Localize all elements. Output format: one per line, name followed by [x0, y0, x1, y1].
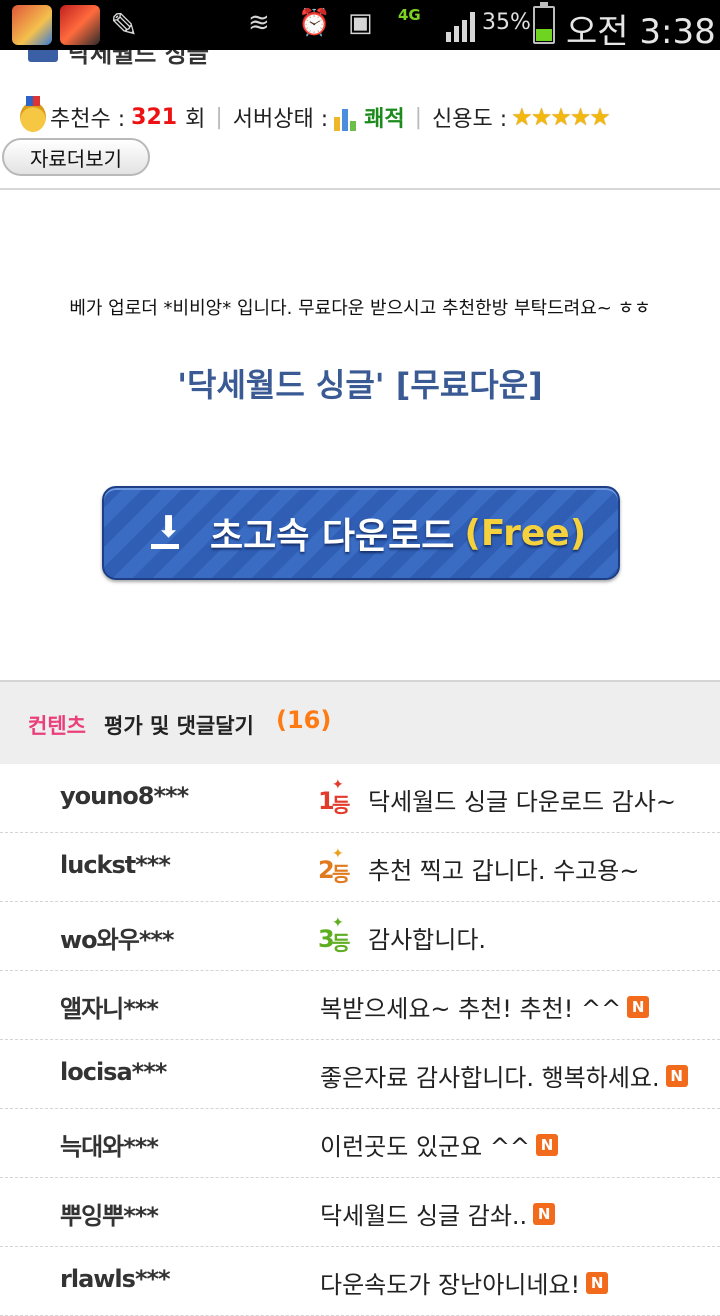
comment-text: 닥세월드 싱글 감솨..: [320, 1202, 528, 1230]
comment-text: 이런곳도 있군요 ^^: [320, 1133, 531, 1161]
credit-label: 신용도 :: [432, 107, 508, 132]
divider: |: [414, 104, 423, 130]
comment-list: youno8*** ✦ 1 등 닥세월드 싱글 다운로드 감사~ luckst***…: [0, 764, 720, 1316]
comment-row[interactable]: 뿌잉뿌*** 닥세월드 싱글 감솨.. N: [0, 1178, 720, 1247]
server-status-value: 쾌적: [364, 107, 405, 132]
signal-icon: [446, 12, 475, 42]
comment-user: youno8***: [60, 782, 189, 810]
comment-row[interactable]: luckst*** ✦ 2 등 추천 찍고 갑니다. 수고용~: [0, 833, 720, 902]
page-title: 닥세월드 싱글: [68, 50, 209, 66]
comment-user: 뿌잉뿌***: [60, 1202, 159, 1230]
comments-count: (16): [276, 706, 332, 734]
alarm-icon: ⏰: [298, 8, 331, 38]
download-button-label: 초고속 다운로드: [210, 516, 455, 557]
download-icon: ⬇: [148, 513, 182, 553]
comment-text: 다운속도가 장난아니네요!: [320, 1271, 581, 1299]
download-title: '닥세월드 싱글' [무료다운]: [177, 366, 543, 404]
divider: [0, 188, 720, 190]
comment-text: 추천 찍고 갑니다. 수고용~: [368, 857, 640, 885]
game-app-icon: [60, 5, 100, 45]
comment-user: 늑대와***: [60, 1133, 159, 1161]
comments-header-pink: 컨텐츠: [28, 714, 86, 738]
server-label: 서버상태 :: [232, 107, 329, 132]
page-header: 닥세월드 싱글: [0, 50, 720, 66]
status-bar: ✎ ≋ ⏰ ▣ 4G 35% 오전 3:38: [0, 0, 720, 52]
comment-user: 앨자니***: [60, 995, 159, 1023]
new-badge-icon: N: [665, 1064, 688, 1087]
comment-row[interactable]: rlawls*** 다운속도가 장난아니네요! N: [0, 1247, 720, 1316]
rank-2-badge-icon: ✦ 2 등: [318, 845, 351, 886]
recommend-unit: 회: [185, 107, 206, 132]
medal-icon: [20, 96, 46, 132]
comment-row[interactable]: wo와우*** ✦ 3 등 감사합니다.: [0, 902, 720, 971]
new-badge-icon: N: [533, 1202, 556, 1225]
server-status-icon: [332, 103, 360, 131]
battery-percent: 35%: [482, 10, 531, 35]
new-badge-icon: N: [586, 1271, 609, 1294]
credit-stars-icon: ★★★★★: [511, 103, 611, 131]
network-type: 4G: [398, 6, 421, 24]
download-notification-icon: ▣: [348, 8, 373, 38]
battery-icon: [533, 2, 555, 44]
comments-header-title: 평가 및 댓글달기: [104, 714, 254, 738]
download-button-free: (Free): [464, 512, 587, 554]
info-row: 추천수 : 321 회 | 서버상태 : 쾌적 | 신용도 : ★★★★★: [20, 96, 611, 134]
comment-row[interactable]: youno8*** ✦ 1 등 닥세월드 싱글 다운로드 감사~: [0, 764, 720, 833]
uploader-message: 베가 업로더 *비비앙* 입니다. 무료다운 받으시고 추천한방 부탁드려요~ …: [69, 298, 651, 319]
comment-text: 닥세월드 싱글 다운로드 감사~: [368, 788, 676, 816]
recommend-count: 321: [131, 104, 178, 130]
comment-row[interactable]: locisa*** 좋은자료 감사합니다. 행복하세요. N: [0, 1040, 720, 1109]
rank-1-badge-icon: ✦ 1 등: [318, 776, 351, 817]
new-badge-icon: N: [627, 995, 650, 1018]
fast-download-button[interactable]: ⬇ 초고속 다운로드 (Free): [102, 486, 620, 580]
comment-user: rlawls***: [60, 1265, 171, 1293]
comment-text: 복받으세요~ 추천! 추천! ^^: [320, 995, 622, 1023]
new-badge-icon: N: [536, 1133, 559, 1156]
more-materials-button[interactable]: 자료더보기: [2, 138, 150, 176]
pen-icon: ✎: [110, 6, 139, 46]
comment-user: luckst***: [60, 851, 171, 879]
comment-text: 감사합니다.: [368, 926, 487, 954]
comment-row[interactable]: 앨자니*** 복받으세요~ 추천! 추천! ^^ N: [0, 971, 720, 1040]
rank-3-badge-icon: ✦ 3 등: [318, 914, 351, 955]
comment-user: locisa***: [60, 1058, 167, 1086]
comment-text: 좋은자료 감사합니다. 행복하세요.: [320, 1064, 660, 1092]
comment-row[interactable]: 늑대와*** 이런곳도 있군요 ^^ N: [0, 1109, 720, 1178]
vibrate-mute-icon: ≋: [248, 8, 270, 38]
divider: |: [215, 104, 223, 130]
recommend-label: 추천수 :: [50, 107, 126, 132]
comment-user: wo와우***: [60, 926, 174, 954]
clock: 오전 3:38: [566, 12, 716, 52]
comments-header: 컨텐츠 평가 및 댓글달기 (16): [0, 680, 720, 764]
category-icon: [28, 50, 58, 62]
game-app-icon: [12, 5, 52, 45]
